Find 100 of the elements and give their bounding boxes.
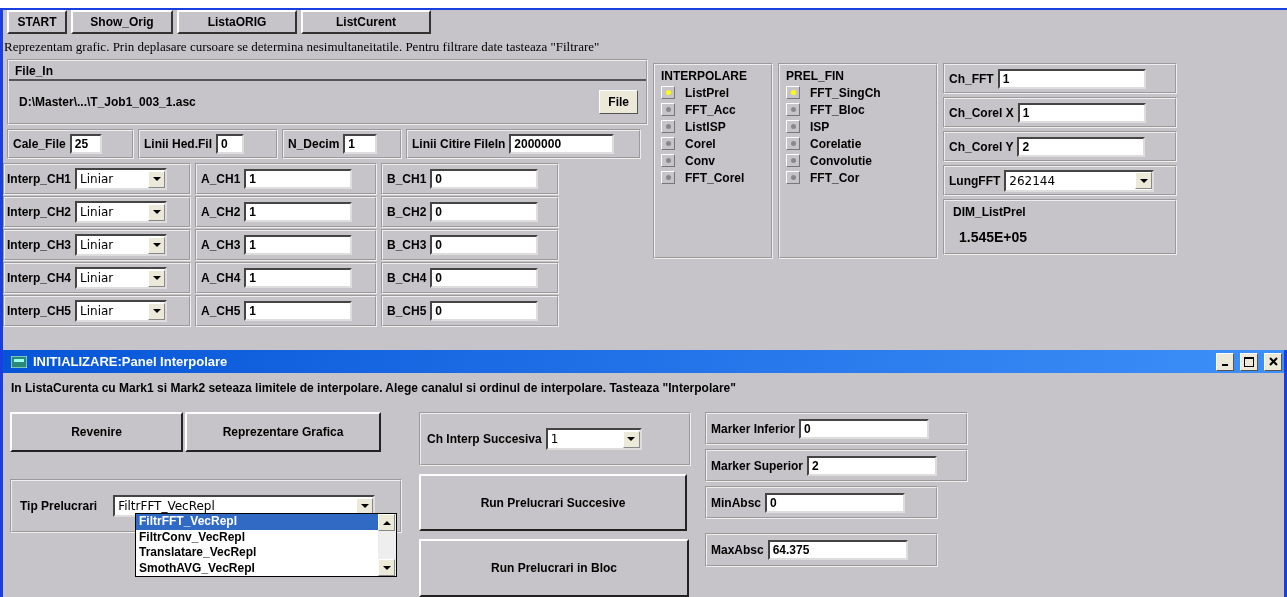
option-label: ListPrel	[685, 85, 729, 100]
led-button[interactable]	[786, 120, 800, 133]
dropdown-option[interactable]: FiltrFFT_VecRepl	[136, 514, 378, 530]
field-label: Interp_CH3	[7, 238, 71, 252]
input-field[interactable]: 0	[430, 301, 539, 321]
caret-icon	[152, 243, 161, 247]
input-field[interactable]: 0	[799, 418, 930, 439]
toolbar-button[interactable]: Show_Orig	[71, 10, 173, 34]
led-button[interactable]	[786, 171, 800, 184]
caret-icon	[152, 276, 161, 280]
option-label: FFT_Acc	[685, 102, 736, 117]
input-field[interactable]: 2	[1017, 136, 1146, 157]
field-label: Interp_CH5	[7, 304, 71, 318]
input-field[interactable]: 1	[343, 134, 378, 154]
caret-icon	[1139, 178, 1148, 183]
input-field[interactable]: 0	[216, 134, 244, 154]
input-field[interactable]: 1	[244, 235, 353, 255]
field-label: Marker Superior	[711, 458, 804, 473]
field-label: B_CH2	[387, 205, 427, 219]
led-button[interactable]	[786, 154, 800, 167]
interp-select[interactable]: Liniar	[75, 267, 167, 289]
option-label: Corelatie	[810, 136, 862, 151]
field-label: A_CH2	[201, 205, 241, 219]
field-label: MinAbsc	[711, 495, 761, 510]
option-label: Convolutie	[810, 153, 872, 168]
toolbar-button[interactable]: START	[7, 10, 67, 34]
caret-icon	[152, 177, 161, 181]
input-field[interactable]: 1	[244, 169, 353, 189]
led-button[interactable]	[661, 120, 675, 133]
input-field[interactable]: 0	[430, 169, 539, 189]
option-label: FFT_SingCh	[810, 85, 881, 100]
field-label: B_CH1	[387, 172, 427, 186]
field-label: Interp_CH2	[7, 205, 71, 219]
field-label: Linii Citire FileIn	[412, 137, 506, 151]
led-button[interactable]	[661, 154, 675, 167]
led-button[interactable]	[786, 137, 800, 150]
file-button[interactable]: File	[599, 90, 638, 114]
led-button[interactable]	[661, 86, 675, 99]
led-button[interactable]	[786, 86, 800, 99]
interp-select[interactable]: Liniar	[75, 168, 167, 190]
input-field[interactable]: 64.375	[767, 540, 908, 560]
interp-select[interactable]: Liniar	[75, 234, 167, 256]
field-label: A_CH5	[201, 304, 241, 318]
option-label: ListISP	[685, 119, 726, 134]
app-icon	[11, 355, 27, 368]
panel-title: File_In	[9, 61, 646, 81]
input-field[interactable]: 1	[997, 68, 1146, 89]
channel-select[interactable]: 1	[545, 428, 642, 450]
field-label: MaxAbsc	[711, 543, 764, 557]
input-field[interactable]: 1	[244, 268, 353, 288]
field-label: Marker Inferior	[711, 421, 796, 436]
run-button[interactable]: Run Prelucrari Succesive	[419, 474, 687, 531]
field-label: LungFFT	[949, 173, 1001, 188]
action-button[interactable]: Reprezentare Grafica	[185, 412, 381, 452]
field-label: N_Decim	[288, 137, 340, 151]
caret-icon	[360, 504, 369, 508]
minimize-icon[interactable]	[1216, 352, 1234, 371]
input-field[interactable]: 2000000	[509, 134, 615, 154]
field-label: Ch_Corel X	[949, 105, 1014, 120]
toolbar-button[interactable]: ListCurent	[301, 10, 431, 34]
caret-icon	[152, 210, 161, 214]
led-button[interactable]	[661, 103, 675, 116]
caret-icon	[627, 437, 636, 441]
caret-icon	[152, 309, 161, 313]
input-field[interactable]: 1	[244, 202, 353, 222]
field-label: A_CH3	[201, 238, 241, 252]
window-title: INITIALIZARE:Panel Interpolare	[33, 354, 229, 370]
maximize-icon[interactable]	[1240, 352, 1258, 371]
input-field[interactable]: 2	[807, 455, 938, 476]
input-field[interactable]: 0	[430, 202, 539, 222]
field-label: Interp_CH4	[7, 271, 71, 285]
run-button[interactable]: Run Prelucrari in Bloc	[419, 539, 689, 597]
option-label: Conv	[685, 153, 715, 168]
led-button[interactable]	[661, 137, 675, 150]
panel-title: PREL_FIN	[786, 69, 845, 83]
field-label: B_CH4	[387, 271, 427, 285]
instruction-text: In ListaCurenta cu Mark1 si Mark2 seteaza limitele de interpolare. Alege canalul si ordinul de interpolare. Tasteaza "Interpolare"	[10, 380, 737, 398]
input-field[interactable]: 0	[430, 235, 539, 255]
field-label: Interp_CH1	[7, 172, 71, 186]
interp-select[interactable]: Liniar	[75, 300, 167, 322]
input-field[interactable]: 0	[430, 268, 539, 288]
led-button[interactable]	[786, 103, 800, 116]
select-field[interactable]: 262144	[1004, 169, 1155, 192]
input-field[interactable]: 0	[765, 492, 905, 513]
action-button[interactable]: Revenire	[10, 412, 183, 452]
field-label: Linii Hed.Fil	[144, 137, 212, 151]
field-label: B_CH5	[387, 304, 427, 318]
option-label: FFT_Bloc	[810, 102, 865, 117]
close-icon[interactable]	[1264, 352, 1282, 371]
caret-icon	[382, 565, 391, 570]
toolbar-button[interactable]: ListaORIG	[177, 10, 297, 34]
field-label: A_CH4	[201, 271, 241, 285]
input-field[interactable]: 25	[69, 134, 102, 154]
panel-title: DIM_ListPrel	[953, 205, 1027, 219]
interp-select[interactable]: Liniar	[75, 201, 167, 223]
input-field[interactable]: 1	[1017, 102, 1146, 123]
input-field[interactable]: 1	[244, 301, 353, 321]
field-label: B_CH3	[387, 238, 427, 252]
led-button[interactable]	[661, 171, 675, 184]
field-label: Cale_File	[13, 137, 66, 151]
